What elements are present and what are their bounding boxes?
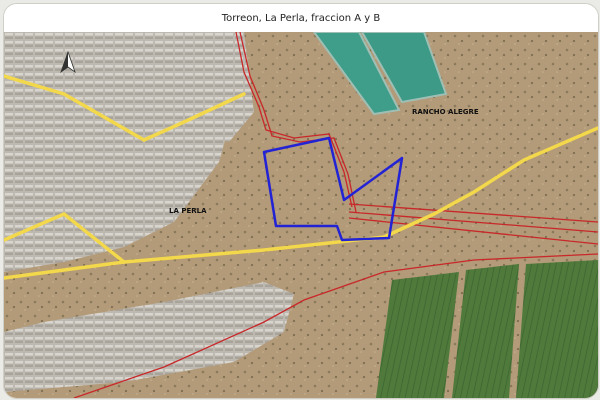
title-bar: Torreon, La Perla, fraccion A y B <box>4 4 598 32</box>
map-title: Torreon, La Perla, fraccion A y B <box>221 12 381 24</box>
label-rancho-alegre: RANCHO ALEGRE <box>412 108 479 116</box>
label-la-perla: LA PERLA <box>169 207 207 215</box>
map-frame: Torreon, La Perla, fraccion A y B LA PER… <box>3 3 599 399</box>
crop-field-3 <box>516 260 598 398</box>
map-canvas: LA PERLA RANCHO ALEGRE <box>4 32 598 398</box>
satellite-map[interactable]: LA PERLA RANCHO ALEGRE <box>4 32 598 398</box>
